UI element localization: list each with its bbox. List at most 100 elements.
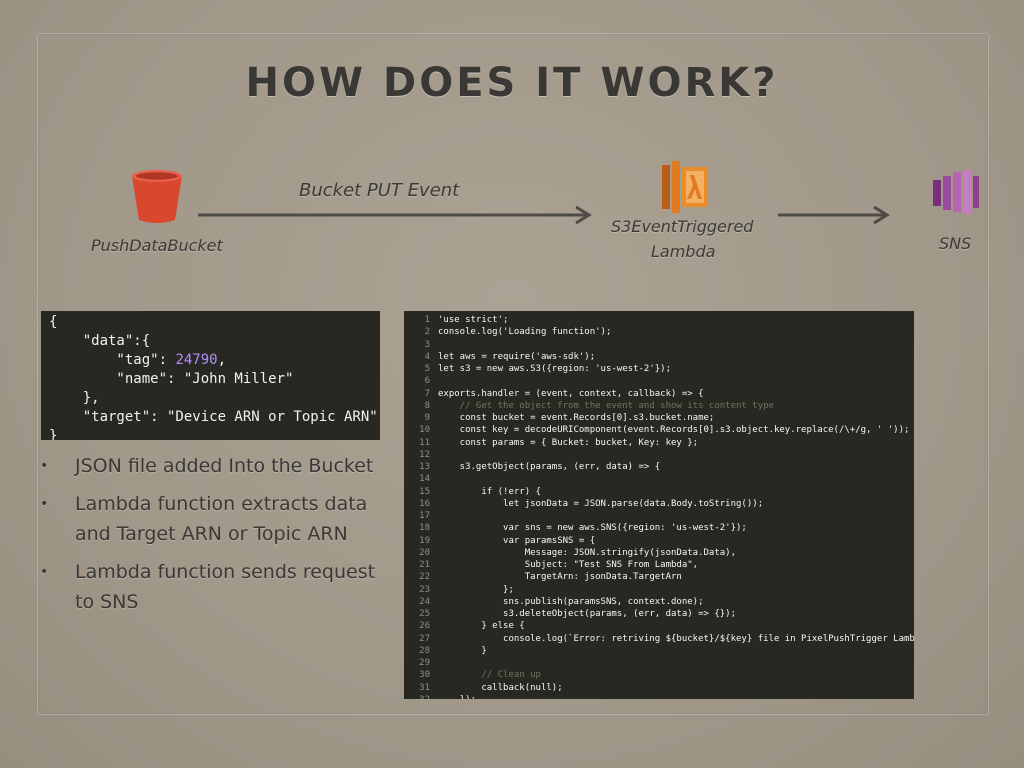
json-line: "tag": 24790,	[49, 352, 227, 368]
line-number: 20	[419, 547, 430, 558]
code-line: 11 const params = { Bucket: bucket, Key:…	[404, 437, 914, 449]
code-line: 24 sns.publish(paramsSNS, context.done);	[404, 596, 914, 608]
bullet-dot-icon: •	[40, 564, 49, 580]
line-number: 4	[424, 351, 430, 362]
code-text: s3.getObject(params, (err, data) => {	[438, 462, 661, 472]
code-text: }	[438, 645, 487, 656]
json-line: }	[49, 428, 58, 440]
bucket-label: PushDataBucket	[91, 236, 223, 255]
line-number: 9	[424, 413, 430, 423]
code-text: if (!err) {	[438, 486, 541, 497]
json-line: {	[49, 314, 58, 330]
line-number: 31	[419, 682, 430, 693]
line-number: 27	[419, 633, 430, 644]
bullet-dot-icon: •	[40, 496, 49, 512]
code-text: Message: JSON.stringify(jsonData.Data),	[438, 547, 737, 558]
code-text: const key = decodeURIComponent(event.Rec…	[438, 425, 910, 436]
json-line: "target": "Device ARN or Topic ARN"	[49, 409, 378, 425]
code-text: var paramsSNS = {	[438, 535, 596, 546]
code-text: console.log('Loading function');	[438, 327, 612, 338]
bullet-list: • JSON file added Into the Bucket • Lambda…	[40, 451, 400, 625]
line-number: 21	[419, 560, 430, 570]
code-line: 17	[404, 510, 914, 522]
json-line: "name": "John Miller"	[49, 371, 294, 387]
code-line: 12	[404, 449, 914, 461]
line-number: 8	[424, 400, 430, 411]
code-line: 6	[404, 375, 914, 387]
sns-label: SNS	[939, 234, 972, 253]
code-line: 31 callback(null);	[404, 682, 914, 694]
line-number: 22	[419, 572, 430, 583]
code-line: 4 let aws = require('aws-sdk');	[404, 351, 914, 363]
lambda-code-panel: 1 'use strict'; 2 console.log('Loading func…	[404, 311, 914, 699]
code-line: 9 const bucket = event.Records[0].s3.buc…	[404, 412, 914, 424]
code-line: 32 });	[404, 694, 914, 699]
line-number: 15	[419, 486, 430, 497]
lambda-icon	[662, 161, 708, 213]
bullet-item: • JSON file added Into the Bucket	[40, 451, 400, 481]
json-line: "data":{	[49, 333, 151, 349]
line-number: 23	[419, 584, 430, 595]
code-line: 21 Subject: "Test SNS From Lambda",	[404, 559, 914, 571]
bullet-text: JSON file added Into the Bucket	[75, 455, 374, 477]
code-line: 28 }	[404, 645, 914, 657]
code-line: 30 // Clean up	[404, 669, 914, 681]
slide-title: HOW DOES IT WORK?	[245, 60, 779, 106]
code-line: 25 s3.deleteObject(params, (err, data) =…	[404, 608, 914, 620]
code-line: 7 exports.handler = (event, context, call…	[404, 388, 914, 400]
code-text: // Get the object from the event and sho…	[438, 400, 774, 411]
line-number: 3	[424, 339, 430, 350]
line-number: 13	[419, 462, 430, 472]
line-number: 30	[419, 670, 430, 681]
code-text: 'use strict';	[438, 315, 509, 325]
line-number: 7	[424, 388, 430, 399]
code-text: const bucket = event.Records[0].s3.bucke…	[438, 413, 715, 423]
code-text: var sns = new aws.SNS({region: 'us-west-…	[438, 523, 747, 534]
line-number: 12	[419, 449, 430, 460]
code-line: 1 'use strict';	[404, 314, 914, 326]
line-number: 5	[424, 364, 430, 374]
code-text: let aws = require('aws-sdk');	[438, 351, 596, 362]
bullet-item: • Lambda function extracts data and Targe…	[40, 489, 400, 549]
sns-icon	[933, 170, 979, 214]
lambda-label-line2: Lambda	[651, 242, 716, 261]
line-number: 2	[424, 327, 430, 338]
code-line: 23 };	[404, 584, 914, 596]
json-sample-panel: { "data":{ "tag": 24790, "name": "John M…	[41, 311, 380, 440]
line-number: 6	[424, 376, 430, 387]
line-number: 18	[419, 523, 430, 534]
code-line: 19 var paramsSNS = {	[404, 535, 914, 547]
code-text: console.log(`Error: retriving ${bucket}/…	[438, 633, 914, 644]
code-text: Subject: "Test SNS From Lambda",	[438, 560, 699, 570]
bullet-text: Lambda function extracts data and Target…	[75, 493, 368, 545]
code-line: 13 s3.getObject(params, (err, data) => {	[404, 461, 914, 473]
line-number: 29	[419, 658, 430, 668]
bullet-text: Lambda function sends request to SNS	[75, 561, 376, 613]
code-line: 8 // Get the object from the event and s…	[404, 400, 914, 412]
code-text: s3.deleteObject(params, (err, data) => {…	[438, 609, 737, 619]
bullet-dot-icon: •	[40, 458, 49, 474]
code-line: 20 Message: JSON.stringify(jsonData.Data…	[404, 547, 914, 559]
code-text: sns.publish(paramsSNS, context.done);	[438, 596, 704, 607]
line-number: 24	[419, 596, 430, 607]
code-line: 15 if (!err) {	[404, 486, 914, 498]
code-text: callback(null);	[438, 682, 563, 693]
code-line: 26 } else {	[404, 620, 914, 632]
code-line: 22 TargetArn: jsonData.TargetArn	[404, 571, 914, 583]
lambda-label-line1: S3EventTriggered	[611, 217, 754, 236]
line-number: 26	[419, 621, 430, 632]
bullet-item: • Lambda function sends request to SNS	[40, 557, 400, 617]
code-text: };	[438, 584, 514, 595]
s3-bucket-icon	[132, 170, 182, 223]
line-number: 1	[424, 315, 430, 325]
code-text: });	[438, 694, 476, 699]
code-text: // Clean up	[438, 670, 541, 681]
code-text: const params = { Bucket: bucket, Key: ke…	[438, 437, 699, 448]
json-line: },	[49, 390, 100, 406]
code-text: } else {	[438, 621, 525, 632]
code-line: 29	[404, 657, 914, 669]
code-line: 16 let jsonData = JSON.parse(data.Body.t…	[404, 498, 914, 510]
code-line: 5 let s3 = new aws.S3({region: 'us-west-2…	[404, 363, 914, 375]
line-number: 10	[419, 425, 430, 436]
code-text: TargetArn: jsonData.TargetArn	[438, 572, 682, 583]
